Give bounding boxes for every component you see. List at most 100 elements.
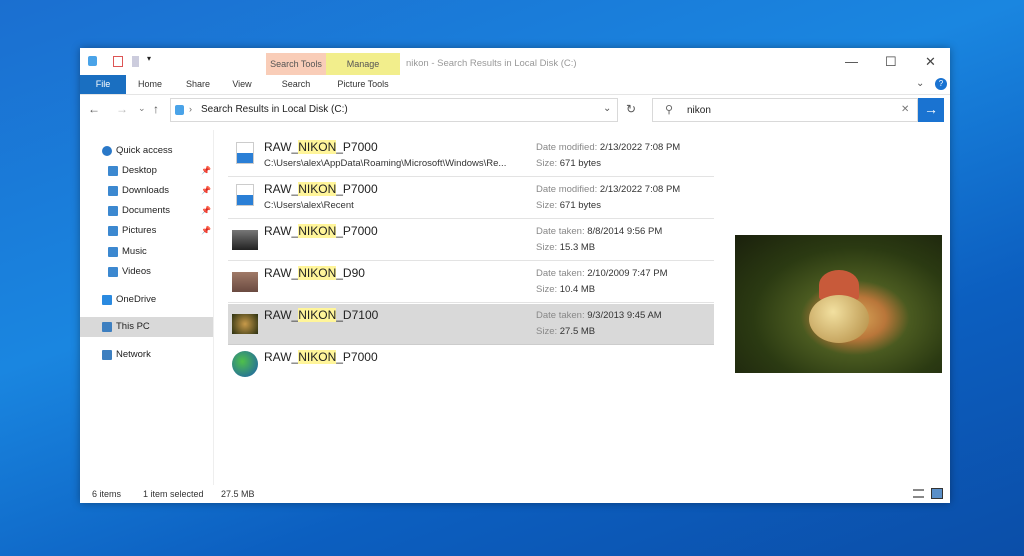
- help-icon[interactable]: ?: [935, 78, 947, 90]
- sidebar-item-label: Documents: [122, 205, 171, 216]
- file-row[interactable]: RAW_NIKON_P7000 C:\Users\alex\AppData\Ro…: [228, 136, 714, 177]
- manage-context: Manage: [326, 53, 400, 75]
- large-icons-view-button[interactable]: [931, 488, 943, 499]
- sidebar-item-network[interactable]: Network: [80, 345, 213, 365]
- tab-file[interactable]: File: [80, 75, 126, 94]
- file-date: Date modified: 2/13/2022 7:08 PM: [536, 184, 681, 195]
- file-thumbnail-icon: [236, 184, 254, 206]
- selection-count: 1 item selected: [143, 489, 204, 499]
- sidebar-item-onedrive[interactable]: OneDrive: [80, 290, 213, 310]
- sidebar-item-videos[interactable]: Videos: [80, 262, 213, 282]
- search-tools-context: Search Tools: [266, 53, 326, 75]
- details-view-button[interactable]: [913, 489, 924, 498]
- sidebar-item-label: Downloads: [122, 185, 169, 196]
- file-name: RAW_NIKON_P7000: [264, 350, 378, 364]
- sidebar-item-label: Pictures: [122, 225, 157, 236]
- pin-icon: 📌: [201, 226, 211, 235]
- tab-home[interactable]: Home: [130, 75, 170, 94]
- breadcrumb[interactable]: Search Results in Local Disk (C:): [201, 104, 348, 115]
- search-box[interactable]: ⚲ nikon ✕: [652, 98, 918, 122]
- file-row[interactable]: RAW_NIKON_D7100 Date taken: 9/3/2013 9:4…: [228, 304, 714, 345]
- file-date: Date taken: 8/8/2014 9:56 PM: [536, 226, 663, 237]
- network-icon: [102, 350, 112, 360]
- sidebar-item-music[interactable]: Music: [80, 242, 213, 262]
- file-row[interactable]: RAW_NIKON_P7000 C:\Users\alex\Recent Dat…: [228, 178, 714, 219]
- item-count: 6 items: [92, 489, 122, 499]
- sidebar-item-label: OneDrive: [116, 294, 157, 305]
- customize-toolbar-icon[interactable]: ▾: [147, 54, 151, 63]
- file-explorer-window: ▾ Search Tools Manage nikon - Search Res…: [80, 48, 950, 503]
- file-size: Size: 27.5 MB: [536, 326, 596, 337]
- maximize-button[interactable]: ☐: [885, 54, 897, 70]
- file-row[interactable]: RAW_NIKON_D90 Date taken: 2/10/2009 7:47…: [228, 262, 714, 303]
- back-button[interactable]: ←: [88, 102, 100, 116]
- sidebar-item-label: Quick access: [116, 145, 173, 156]
- recent-locations-button[interactable]: ⌄: [138, 103, 146, 114]
- file-row[interactable]: RAW_NIKON_P7000 Date taken: 8/8/2014 9:5…: [228, 220, 714, 261]
- minimize-button[interactable]: —: [845, 54, 858, 69]
- sidebar-item-this-pc[interactable]: This PC: [80, 317, 213, 337]
- tab-picture-tools[interactable]: Picture Tools: [326, 75, 400, 94]
- new-folder-icon[interactable]: [132, 56, 139, 67]
- pin-icon: 📌: [201, 186, 211, 195]
- tab-view[interactable]: View: [222, 75, 262, 94]
- file-path: C:\Users\alex\AppData\Roaming\Microsoft\…: [264, 158, 507, 169]
- desktop-icon: [108, 166, 118, 176]
- close-button[interactable]: ✕: [925, 54, 936, 70]
- navigation-pane: Quick access Desktop 📌 Downloads 📌 Documents 📌…: [80, 130, 214, 485]
- tab-search[interactable]: Search: [266, 75, 326, 94]
- properties-icon[interactable]: [113, 56, 123, 67]
- forward-button[interactable]: →: [116, 102, 128, 116]
- up-button[interactable]: ↑: [153, 102, 159, 116]
- sidebar-item-desktop[interactable]: Desktop 📌: [80, 161, 213, 181]
- videos-icon: [108, 267, 118, 277]
- search-input[interactable]: nikon: [687, 105, 711, 116]
- pin-icon: 📌: [201, 166, 211, 175]
- file-size: Size: 10.4 MB: [536, 284, 596, 295]
- search-icon: ⚲: [665, 104, 674, 116]
- download-icon: [108, 186, 118, 196]
- sidebar-item-documents[interactable]: Documents 📌: [80, 201, 213, 221]
- file-name: RAW_NIKON_P7000: [264, 140, 378, 154]
- file-thumbnail-icon: [232, 230, 258, 250]
- preview-image: [735, 235, 942, 373]
- file-name: RAW_NIKON_P7000: [264, 182, 378, 196]
- address-bar[interactable]: › Search Results in Local Disk (C:) ⌄: [170, 98, 618, 122]
- refresh-button[interactable]: ↻: [626, 102, 636, 116]
- status-bar: 6 items 1 item selected 27.5 MB: [80, 485, 950, 503]
- file-size: Size: 15.3 MB: [536, 242, 596, 253]
- file-date: Date modified: 2/13/2022 7:08 PM: [536, 142, 681, 153]
- sidebar-item-quick-access[interactable]: Quick access: [80, 141, 213, 161]
- sidebar-item-label: Desktop: [122, 165, 157, 176]
- file-date: Date taken: 9/3/2013 9:45 AM: [536, 310, 662, 321]
- title-bar: ▾ Search Tools Manage nikon - Search Res…: [80, 48, 950, 75]
- sidebar-item-label: Videos: [122, 266, 151, 277]
- pictures-icon: [108, 226, 118, 236]
- sidebar-item-label: Music: [122, 246, 147, 257]
- sidebar-item-pictures[interactable]: Pictures 📌: [80, 221, 213, 241]
- quick-access-toolbar-icon[interactable]: [88, 56, 97, 66]
- file-name: RAW_NIKON_D7100: [264, 308, 379, 322]
- expand-ribbon-icon[interactable]: ⌄: [916, 78, 924, 89]
- clear-search-button[interactable]: ✕: [901, 104, 909, 115]
- cloud-icon: [102, 295, 112, 305]
- window-title: nikon - Search Results in Local Disk (C:…: [406, 58, 577, 69]
- star-icon: [102, 146, 112, 156]
- sidebar-item-label: This PC: [116, 321, 150, 332]
- file-size: Size: 671 bytes: [536, 200, 601, 211]
- file-thumbnail-icon: [236, 142, 254, 164]
- selection-size: 27.5 MB: [221, 489, 255, 499]
- tab-share[interactable]: Share: [178, 75, 218, 94]
- address-dropdown-icon[interactable]: ⌄: [603, 103, 611, 114]
- sidebar-item-label: Network: [116, 349, 151, 360]
- search-go-button[interactable]: →: [918, 98, 944, 122]
- pc-icon: [102, 322, 112, 332]
- file-row[interactable]: RAW_NIKON_P7000: [228, 346, 714, 387]
- music-icon: [108, 247, 118, 257]
- file-name: RAW_NIKON_D90: [264, 266, 365, 280]
- file-thumbnail-icon: [232, 272, 258, 292]
- file-path: C:\Users\alex\Recent: [264, 200, 354, 211]
- file-thumbnail-icon: [232, 351, 258, 377]
- file-size: Size: 671 bytes: [536, 158, 601, 169]
- sidebar-item-downloads[interactable]: Downloads 📌: [80, 181, 213, 201]
